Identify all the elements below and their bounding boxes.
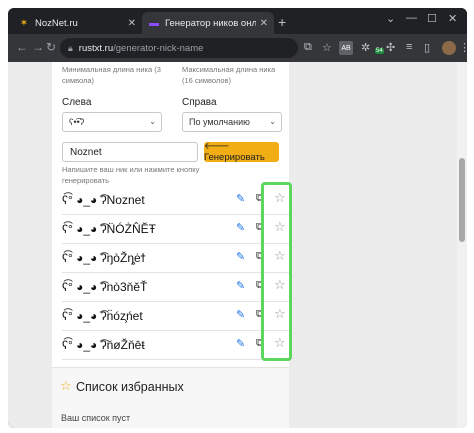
chevron-down-icon: ⌄ xyxy=(149,117,156,126)
favorites-star-icon: ☆ xyxy=(60,378,72,393)
favorites-title: Список избранных xyxy=(76,380,184,394)
url-host: rustxt.ru xyxy=(78,42,114,54)
extension-icon[interactable]: ✲ xyxy=(361,41,370,54)
close-tab-icon[interactable]: ✕ xyxy=(260,18,268,29)
result-nick: ʕ͡° ◕_◕ ͡ʔnò3ňĕŤ xyxy=(62,280,148,294)
tab-generator[interactable]: ▬ Генератор ников онлайн ✕ xyxy=(142,12,274,34)
left-label: Слева xyxy=(62,97,92,108)
open-in-icon[interactable]: ⧉ xyxy=(304,41,312,54)
right-select-value: По умолчанию xyxy=(189,117,250,127)
left-select-value: ʕ•͡•ʔ xyxy=(69,117,85,127)
edit-pencil-icon[interactable]: ✎ xyxy=(236,250,245,263)
generator-panel: Минимальная длина ника (3 символа) Макси… xyxy=(52,62,292,428)
result-nick: ʕ͡° ◕_◕ ͡ʔNoznet xyxy=(62,193,145,207)
favorites-empty-text: Ваш список пуст xyxy=(61,413,131,423)
generate-button[interactable]: 🡐 Генерировать xyxy=(204,141,279,163)
browser-window: ✶ NozNet.ru ✕ ▬ Генератор ников онлайн ✕… xyxy=(8,8,467,428)
back-icon[interactable]: ← xyxy=(16,40,28,54)
edit-pencil-icon[interactable]: ✎ xyxy=(236,279,245,292)
min-length-hint: Минимальная длина ника (3 символа) xyxy=(62,65,161,85)
result-row: ʕ͡° ◕_◕ ͡ʔNoznet ✎ ⧉ ☆ xyxy=(62,186,289,215)
extension-ab-icon[interactable]: AB xyxy=(339,41,353,55)
nick-input[interactable]: Noznet xyxy=(62,142,198,162)
maximize-icon[interactable]: ☐ xyxy=(427,12,437,25)
reload-icon[interactable]: ↻ xyxy=(46,40,56,54)
result-nick: ʕ͡° ◕_◕ ͡ʔňøŽňēŧ xyxy=(62,338,145,352)
tab-search-icon[interactable]: ⌄ xyxy=(386,12,395,25)
max-length-hint: Максимальная длина ника (16 символов) xyxy=(182,65,276,85)
media-icon[interactable]: ≡ xyxy=(406,41,412,53)
nick-input-value: Noznet xyxy=(70,146,102,158)
result-row: ʕ͡° ◕_◕ ͡ʔňøŽňēŧ ✎ ⧉ ☆ xyxy=(62,331,289,360)
close-tab-icon[interactable]: ✕ xyxy=(128,18,136,29)
rustxt-favicon-icon: ▬ xyxy=(149,17,159,29)
url-path: /generator-nick-name xyxy=(113,42,204,54)
result-nick: ʕ͡° ◕_◕ ͡ʔn̈óz̧ńet xyxy=(62,309,143,323)
tab-title: NozNet.ru xyxy=(35,17,78,29)
result-row: ʕ͡° ◕_◕ ͡ʔN̈ÓŻN̂ĔŦ ✎ ⧉ ☆ xyxy=(62,215,289,244)
tab-noznet[interactable]: ✶ NozNet.ru ✕ xyxy=(12,12,142,34)
address-bar[interactable]: 🔒︎ rustxt.ru /generator-nick-name xyxy=(60,38,298,58)
edit-pencil-icon[interactable]: ✎ xyxy=(236,192,245,205)
lock-icon: 🔒︎ xyxy=(68,42,73,53)
tab-bar: ✶ NozNet.ru ✕ ▬ Генератор ников онлайн ✕… xyxy=(8,8,467,34)
edit-pencil-icon[interactable]: ✎ xyxy=(236,221,245,234)
forward-icon[interactable]: → xyxy=(32,40,44,54)
bookmark-star-icon[interactable]: ☆ xyxy=(322,41,332,54)
puzzle-icon[interactable]: ✣ xyxy=(386,41,395,54)
menu-icon[interactable]: ⋮ xyxy=(459,41,467,54)
close-window-icon[interactable]: ✕ xyxy=(448,12,457,25)
nick-hint: Напишите ваш ник или нажмите кнопку гене… xyxy=(62,165,200,185)
noznet-favicon-icon: ✶ xyxy=(19,17,29,29)
edit-pencil-icon[interactable]: ✎ xyxy=(236,308,245,321)
result-row: ʕ͡° ◕_◕ ͡ʔŋòŽŋ̧ėϯ ✎ ⧉ ☆ xyxy=(62,244,289,273)
right-label: Справа xyxy=(182,97,217,108)
chevron-down-icon: ⌄ xyxy=(269,117,276,126)
new-tab-button[interactable]: + xyxy=(278,14,286,30)
result-nick: ʕ͡° ◕_◕ ͡ʔN̈ÓŻN̂ĔŦ xyxy=(62,222,156,236)
result-row: ʕ͡° ◕_◕ ͡ʔnò3ňĕŤ ✎ ⧉ ☆ xyxy=(62,273,289,302)
result-nick: ʕ͡° ◕_◕ ͡ʔŋòŽŋ̧ėϯ xyxy=(62,251,146,265)
sidepanel-icon[interactable]: ▯ xyxy=(424,41,430,54)
edit-pencil-icon[interactable]: ✎ xyxy=(236,337,245,350)
scrollbar-thumb[interactable] xyxy=(459,158,465,242)
minimize-icon[interactable]: — xyxy=(406,12,417,24)
edit-icons-highlight xyxy=(261,182,292,361)
left-select[interactable]: ʕ•͡•ʔ ⌄ xyxy=(62,112,162,132)
browser-toolbar: ← → ↻ 🔒︎ rustxt.ru /generator-nick-name … xyxy=(8,34,467,62)
avatar[interactable] xyxy=(442,41,456,55)
page-viewport: Минимальная длина ника (3 символа) Макси… xyxy=(8,62,467,428)
result-row: ʕ͡° ◕_◕ ͡ʔn̈óz̧ńet ✎ ⧉ ☆ xyxy=(62,302,289,331)
favorites-section: ☆ Список избранных Ваш список пуст xyxy=(52,367,289,428)
extension-badge: 54 xyxy=(375,48,384,54)
right-select[interactable]: По умолчанию ⌄ xyxy=(182,112,282,132)
tab-title: Генератор ников онлайн xyxy=(165,17,256,29)
page-scrollbar[interactable] xyxy=(457,62,467,428)
